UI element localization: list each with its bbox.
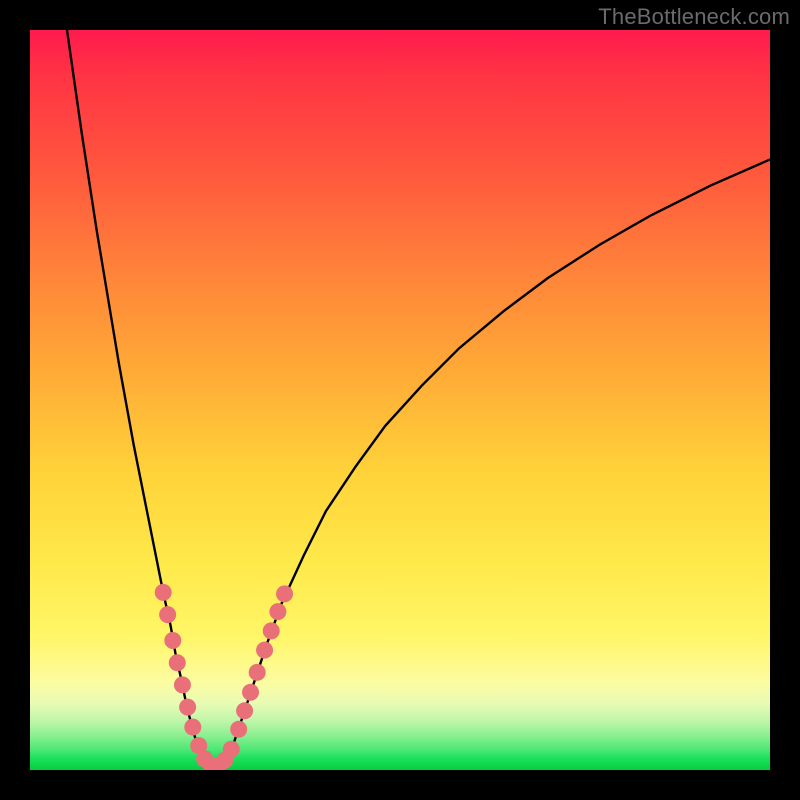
scatter-dot xyxy=(174,676,191,693)
scatter-dot xyxy=(179,699,196,716)
watermark-text: TheBottleneck.com xyxy=(598,4,790,30)
scatter-dot xyxy=(184,719,201,736)
scatter-dots xyxy=(155,584,293,770)
scatter-dot xyxy=(236,702,253,719)
scatter-dot xyxy=(269,603,286,620)
scatter-dot xyxy=(169,654,186,671)
chart-svg xyxy=(30,30,770,770)
plot-area xyxy=(30,30,770,770)
scatter-dot xyxy=(223,741,240,758)
scatter-dot xyxy=(164,632,181,649)
scatter-dot xyxy=(155,584,172,601)
scatter-dot xyxy=(249,664,266,681)
chart-stage: TheBottleneck.com xyxy=(0,0,800,800)
scatter-dot xyxy=(159,606,176,623)
scatter-dot xyxy=(242,684,259,701)
scatter-dot xyxy=(256,642,273,659)
scatter-dot xyxy=(230,721,247,738)
scatter-dot xyxy=(276,585,293,602)
scatter-dot xyxy=(263,622,280,639)
